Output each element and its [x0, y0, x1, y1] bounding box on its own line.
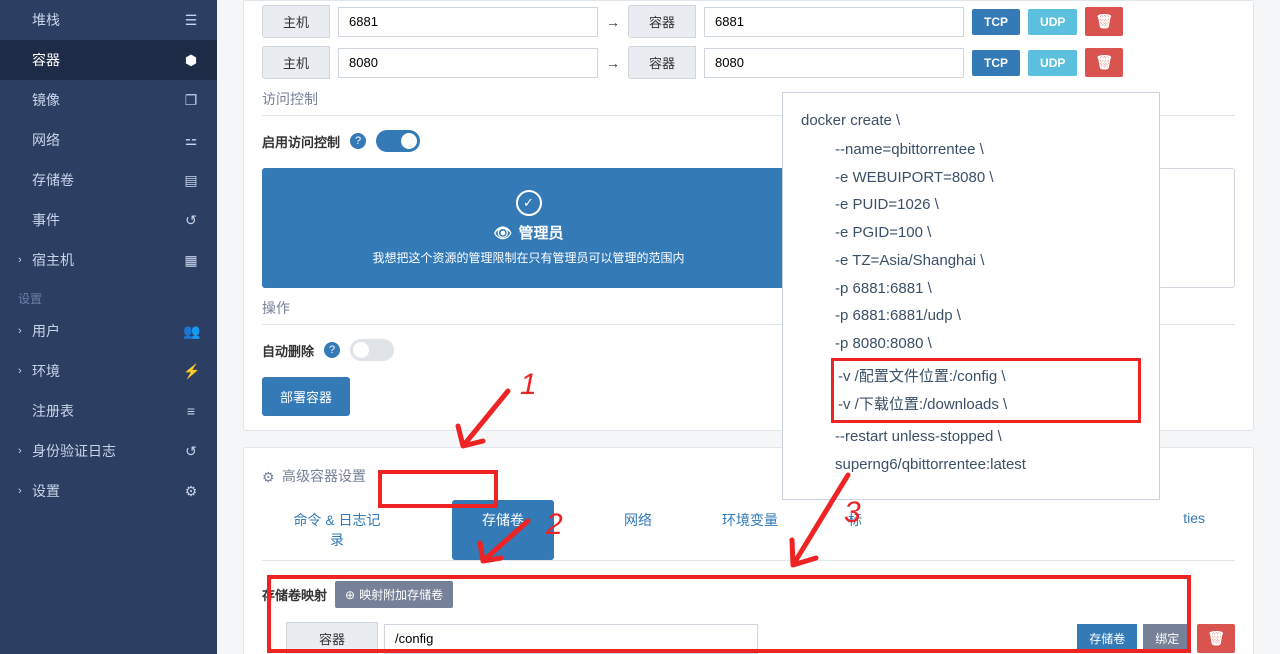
- auto-remove-toggle[interactable]: [350, 339, 394, 361]
- tab-network[interactable]: 网络: [624, 500, 652, 560]
- udp-button[interactable]: UDP: [1028, 9, 1077, 35]
- plug-icon: ⚡: [183, 363, 199, 380]
- help-icon[interactable]: ?: [324, 342, 340, 358]
- host-port-input[interactable]: [338, 48, 598, 78]
- trash-icon: 🗑: [1095, 54, 1113, 70]
- container-port-input[interactable]: [704, 48, 964, 78]
- sidebar-item-host[interactable]: ›宿主机▦: [0, 240, 217, 280]
- tcp-button[interactable]: TCP: [972, 9, 1020, 35]
- list-icon: ☰: [183, 12, 199, 29]
- clone-icon: ❐: [183, 92, 199, 109]
- annotation-arrow-2: [468, 516, 538, 571]
- sidebar-section-label: 设置: [0, 280, 217, 311]
- annotation-box-1: [378, 470, 498, 508]
- host-port-input[interactable]: [338, 7, 598, 37]
- sidebar-item-users[interactable]: ›用户👥: [0, 311, 217, 351]
- annotation-arrow-3: [778, 470, 868, 580]
- sidebar-item-stacks[interactable]: 堆栈☰: [0, 0, 217, 40]
- sidebar-item-containers[interactable]: 容器⬢: [0, 40, 217, 80]
- sidebar-item-images[interactable]: 镜像❐: [0, 80, 217, 120]
- tab-capabilities[interactable]: ties: [1183, 500, 1205, 560]
- access-toggle[interactable]: [376, 130, 420, 152]
- port-row: 主机 → 容器 TCP UDP 🗑: [262, 46, 1235, 79]
- th-icon: ▦: [183, 252, 199, 269]
- enable-access-label: 启用访问控制: [262, 132, 340, 151]
- tab-command[interactable]: 命令 & 日志记录: [292, 500, 382, 560]
- users-icon: 👥: [183, 323, 199, 340]
- sidebar-item-env[interactable]: ›环境⚡: [0, 351, 217, 391]
- arrow-icon: →: [606, 14, 620, 30]
- trash-icon: 🗑: [1207, 630, 1225, 646]
- gear-icon: ⚙: [262, 469, 276, 483]
- host-label: 主机: [262, 5, 330, 38]
- hdd-icon: ▤: [183, 172, 199, 189]
- eye-off-icon: 👁: [493, 224, 512, 242]
- docker-code-card: docker create \ --name=qbittorrentee \ -…: [782, 92, 1160, 500]
- sidebar-item-events[interactable]: 事件↺: [0, 200, 217, 240]
- help-icon[interactable]: ?: [350, 133, 366, 149]
- annotation-arrow-1: [448, 386, 518, 466]
- tab-bar: 命令 & 日志记录 存储卷 网络 环境变量 标 ties: [262, 500, 1235, 561]
- trash-icon: 🗑: [1095, 13, 1113, 29]
- deploy-button[interactable]: 部署容器: [262, 377, 350, 416]
- auto-remove-label: 自动删除: [262, 341, 314, 360]
- database-icon: ≡: [183, 403, 199, 419]
- history-icon: ↺: [183, 212, 199, 229]
- sidebar-item-authlog[interactable]: ›身份验证日志↺: [0, 431, 217, 471]
- sidebar-item-volumes[interactable]: 存储卷▤: [0, 160, 217, 200]
- delete-button[interactable]: 🗑: [1085, 48, 1123, 77]
- annotation-box-volumes: [267, 575, 1191, 653]
- sidebar-item-settings[interactable]: ›设置⚙: [0, 471, 217, 511]
- tcp-button[interactable]: TCP: [972, 50, 1020, 76]
- chevron-right-icon: ›: [18, 254, 32, 266]
- cogs-icon: ⚙: [183, 483, 199, 500]
- udp-button[interactable]: UDP: [1028, 50, 1077, 76]
- container-label: 容器: [628, 5, 696, 38]
- admin-card[interactable]: ✓ 👁管理员 我想把这个资源的管理限制在只有管理员可以管理的范围内: [262, 168, 795, 288]
- sidebar-item-network[interactable]: 网络⚍: [0, 120, 217, 160]
- tab-env[interactable]: 环境变量: [722, 500, 778, 560]
- sidebar: 堆栈☰ 容器⬢ 镜像❐ 网络⚍ 存储卷▤ 事件↺ ›宿主机▦ 设置 ›用户👥 ›…: [0, 0, 217, 654]
- check-circle-icon: ✓: [516, 190, 542, 216]
- port-row: 主机 → 容器 TCP UDP 🗑: [262, 5, 1235, 38]
- sitemap-icon: ⚍: [183, 132, 199, 149]
- cubes-icon: ⬢: [183, 52, 199, 69]
- container-port-input[interactable]: [704, 7, 964, 37]
- delete-button[interactable]: 🗑: [1197, 624, 1235, 653]
- sidebar-item-registry[interactable]: 注册表≡: [0, 391, 217, 431]
- history-icon: ↺: [183, 443, 199, 460]
- delete-button[interactable]: 🗑: [1085, 7, 1123, 36]
